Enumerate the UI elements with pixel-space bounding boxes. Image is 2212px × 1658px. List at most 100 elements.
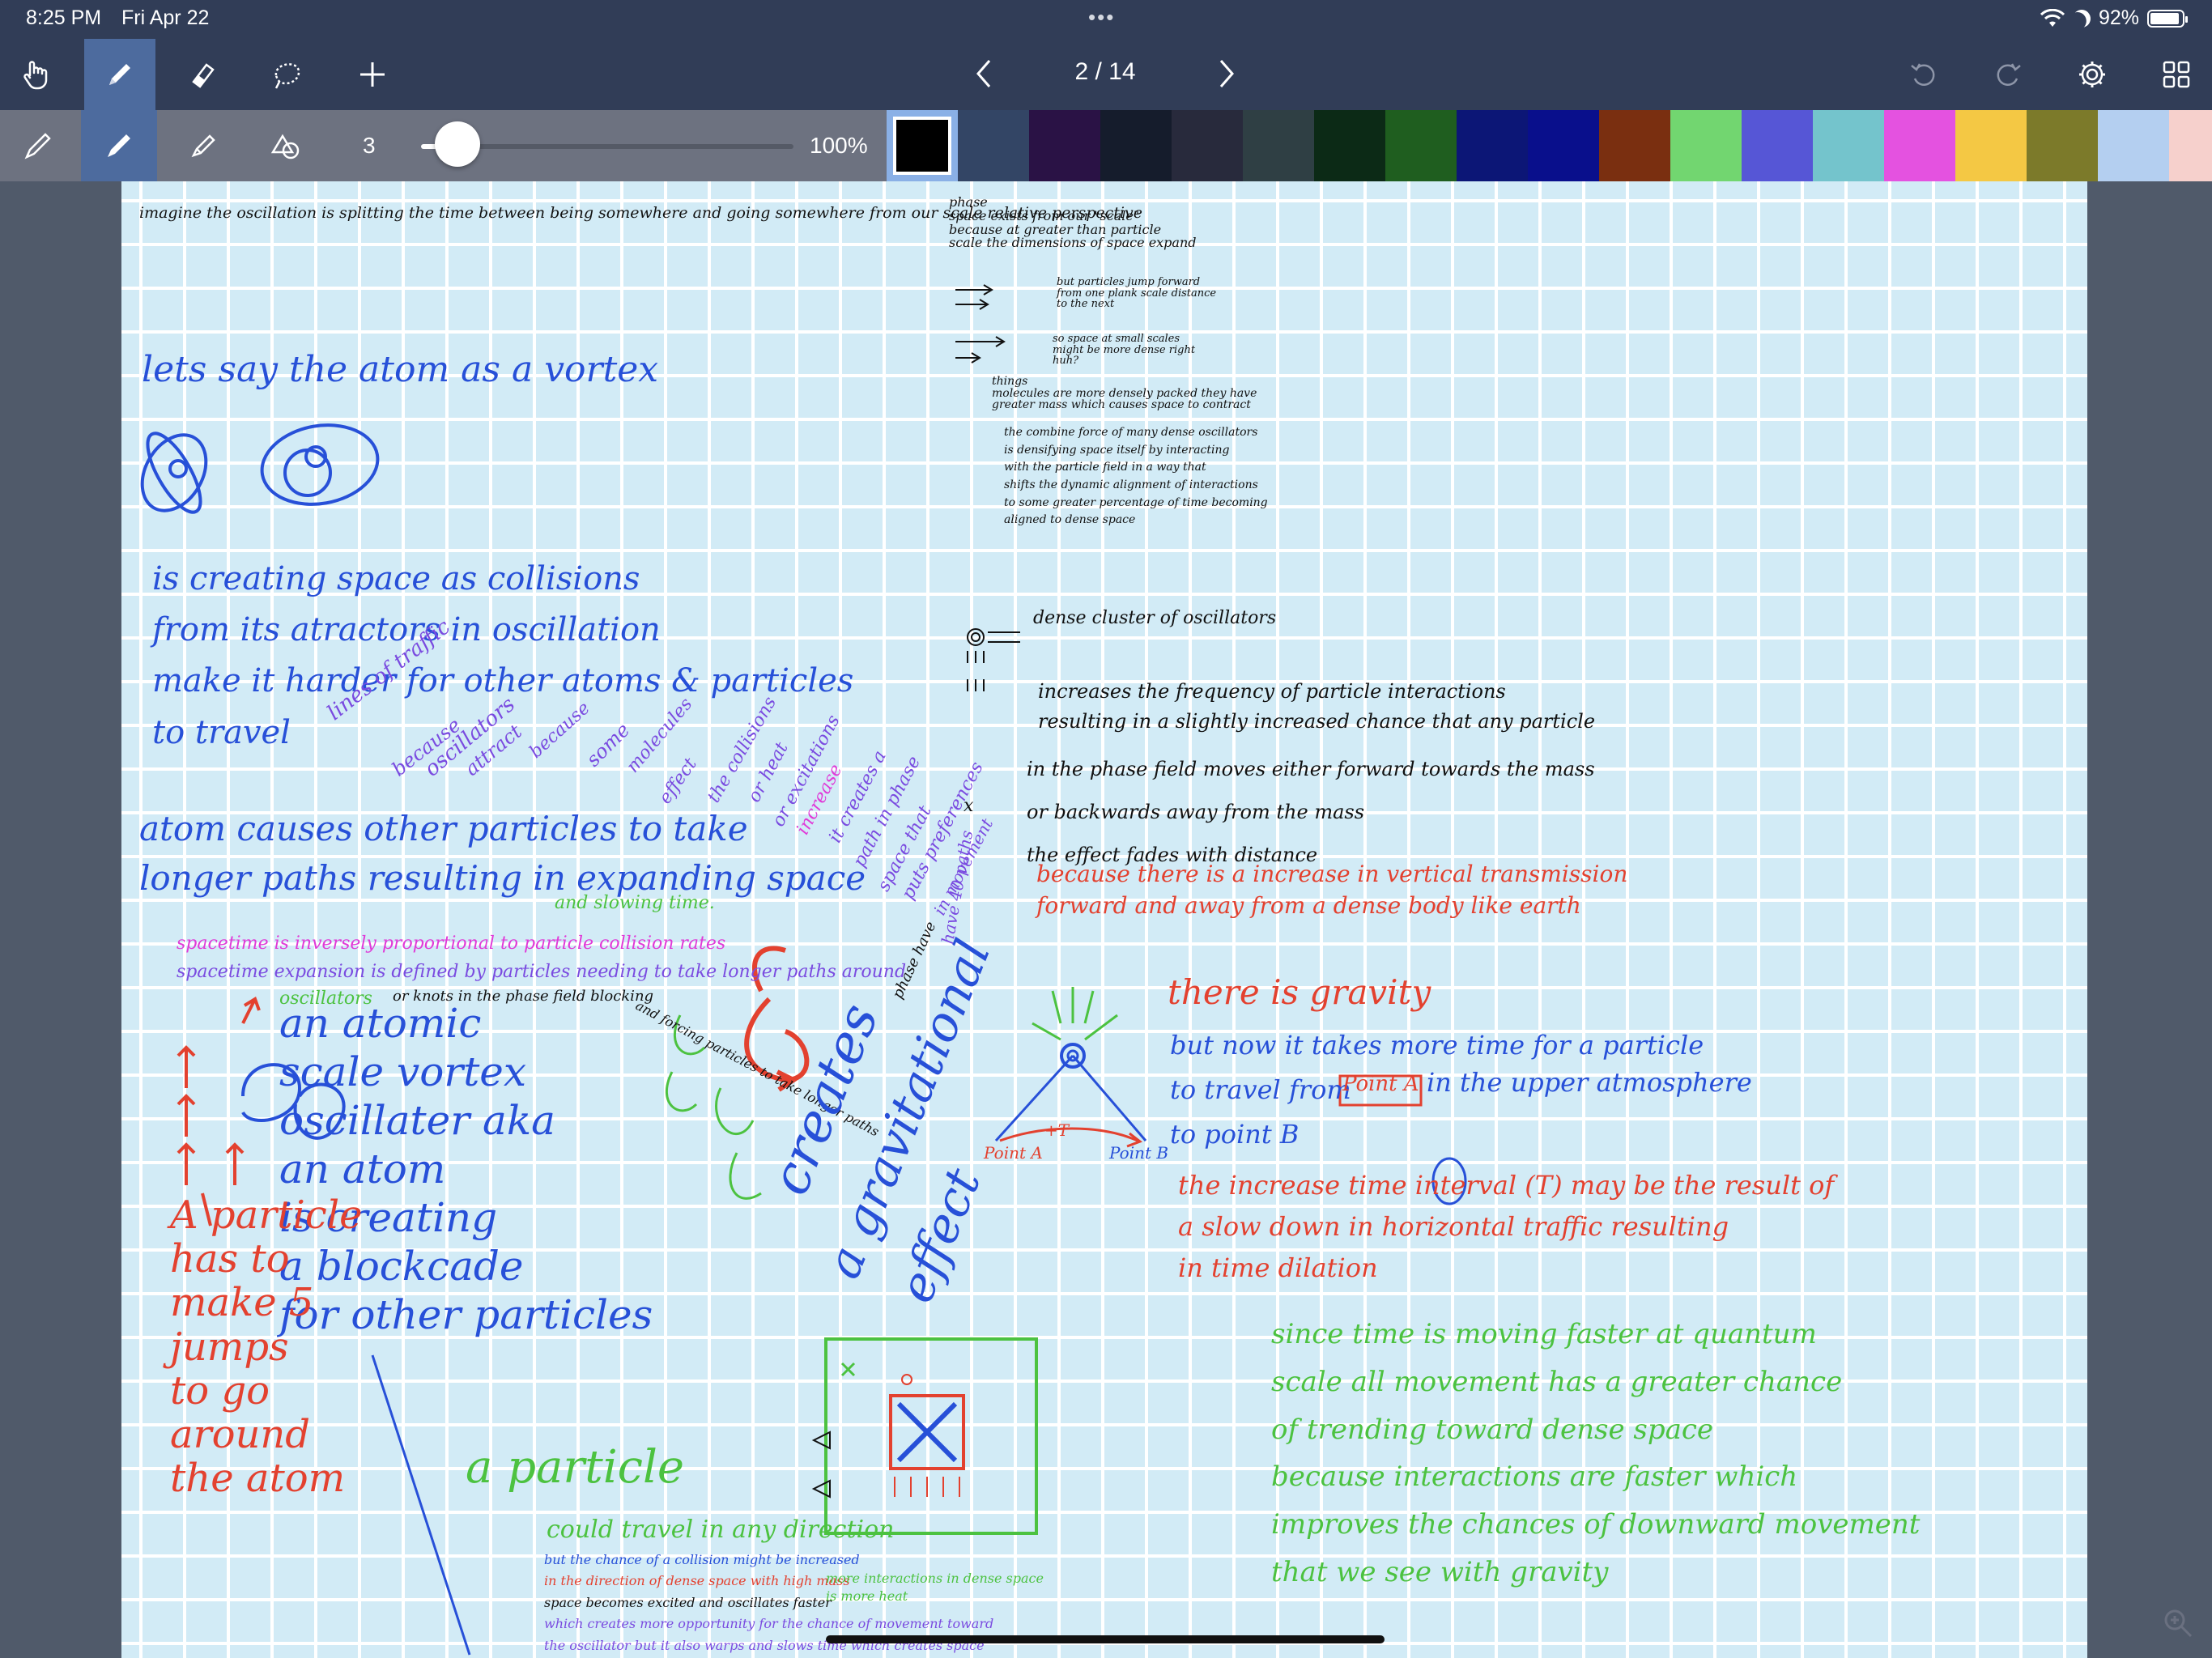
ballpoint-pen-button[interactable] bbox=[81, 110, 157, 181]
note-line: atom causes other particles to take bbox=[139, 809, 748, 848]
color-swatch[interactable] bbox=[958, 110, 1029, 181]
brush-pen-icon bbox=[191, 134, 215, 158]
multitasking-dots[interactable]: ••• bbox=[1088, 5, 1115, 30]
note-line: increases the frequency of particle inte… bbox=[1038, 680, 1506, 703]
note-line: shifts the dynamic alignment of interact… bbox=[1004, 478, 1258, 492]
hand-tool-button[interactable] bbox=[0, 39, 71, 110]
plus-icon bbox=[360, 62, 385, 87]
pen-opacity-value[interactable]: 100% bbox=[810, 133, 868, 159]
note-line: from its atractors in oscillation bbox=[152, 611, 661, 649]
chevron-left-icon bbox=[976, 60, 991, 87]
note-line: to some greater percentage of time becom… bbox=[1004, 495, 1268, 509]
pen-size-slider-thumb[interactable] bbox=[434, 121, 480, 167]
note-line: is more heat bbox=[826, 1588, 908, 1605]
color-swatch[interactable] bbox=[1742, 110, 1813, 181]
diagram-t-label: +T bbox=[1044, 1120, 1070, 1140]
color-swatch[interactable] bbox=[887, 110, 958, 181]
note-line: around bbox=[170, 1412, 311, 1458]
next-page-button[interactable] bbox=[1206, 53, 1247, 94]
note-line: because there is a increase in vertical … bbox=[1036, 861, 1628, 887]
note-line: in time dilation bbox=[1178, 1252, 1378, 1284]
hand-icon bbox=[23, 61, 48, 90]
status-date: Fri Apr 22 bbox=[121, 6, 210, 29]
note-quantum-movement: since time is moving faster at quantum s… bbox=[1271, 1311, 1920, 1596]
note-combine-force: the combine force of many dense oscillat… bbox=[1004, 424, 1268, 529]
note-line: to the next bbox=[1057, 298, 1115, 311]
color-swatch[interactable] bbox=[1813, 110, 1884, 181]
note-slowing-time: and slowing time. bbox=[555, 893, 715, 913]
note-line: an atom bbox=[279, 1146, 446, 1192]
note-line: scale all movement has a greater chance bbox=[1271, 1365, 1843, 1398]
color-swatch[interactable] bbox=[1955, 110, 2027, 181]
shape-recognition-button[interactable] bbox=[248, 110, 324, 181]
note-line: scale the dimensions of space expand bbox=[949, 235, 1197, 251]
blockade-box-diagram bbox=[811, 1337, 1038, 1535]
note-spacetime-inverse: spacetime is inversely proportional to p… bbox=[177, 933, 726, 954]
color-swatch[interactable] bbox=[1100, 110, 1172, 181]
note-line: huh? bbox=[1053, 355, 1079, 368]
note-line: in the phase field moves either forward … bbox=[1027, 758, 1595, 780]
pen-size-value: 3 bbox=[363, 133, 376, 158]
diagram-point-b-label: Point B bbox=[1109, 1143, 1169, 1163]
note-atom-causes: atom causes other particles to take long… bbox=[139, 805, 866, 903]
undo-button[interactable] bbox=[1888, 39, 1959, 110]
color-swatch[interactable] bbox=[1528, 110, 1599, 181]
undo-icon bbox=[1911, 63, 1935, 86]
color-swatch[interactable] bbox=[1457, 110, 1528, 181]
gear-icon bbox=[2079, 62, 2105, 87]
gravity-diagram bbox=[994, 987, 1147, 1148]
notebook-page[interactable]: imagine the oscillation is splitting the… bbox=[121, 181, 2087, 1658]
page-indicator[interactable]: 2 / 14 bbox=[1053, 58, 1158, 86]
note-time-dilation: the increase time interval (T) may be th… bbox=[1178, 1165, 1834, 1290]
battery-percent: 92% bbox=[2098, 6, 2139, 29]
note-point-a: Point A bbox=[1342, 1072, 1419, 1096]
color-swatch[interactable] bbox=[1314, 110, 1385, 181]
note-vertical-transmission: because there is a increase in vertical … bbox=[1036, 858, 1627, 921]
note-line: the atom bbox=[170, 1456, 346, 1502]
note-more-interactions: more interactions in dense space is more… bbox=[826, 1570, 1044, 1606]
color-swatch[interactable] bbox=[1172, 110, 1243, 181]
note-line: molecules are more densely packed they h… bbox=[992, 386, 1257, 400]
note-line: or backwards away from the mass bbox=[1027, 800, 1365, 823]
lasso-tool-button[interactable] bbox=[251, 39, 322, 110]
add-button[interactable] bbox=[337, 39, 408, 110]
color-swatch[interactable] bbox=[2027, 110, 2098, 181]
redo-button[interactable] bbox=[1972, 39, 2044, 110]
previous-page-button[interactable] bbox=[963, 53, 1004, 94]
note-vortex-title: lets say the atom as a vortex bbox=[142, 349, 659, 390]
page-grid-button[interactable] bbox=[2141, 39, 2212, 110]
note-line: oscillater aka bbox=[279, 1097, 555, 1144]
fountain-pen-button[interactable] bbox=[0, 110, 76, 181]
note-line: longer paths resulting in expanding spac… bbox=[139, 857, 866, 898]
color-swatch[interactable] bbox=[2098, 110, 2169, 181]
note-dense-cluster: dense cluster of oscillators bbox=[1033, 608, 1277, 628]
note-line: make 5 bbox=[170, 1280, 314, 1326]
brush-pen-button[interactable] bbox=[165, 110, 241, 181]
pen-tool-button[interactable] bbox=[84, 39, 155, 110]
note-particles-jump: but particles jump forward from one plan… bbox=[1057, 277, 1216, 310]
color-swatch[interactable] bbox=[2169, 110, 2212, 181]
note-line: but the chance of a collision might be i… bbox=[544, 1552, 860, 1567]
zoom-icon[interactable] bbox=[2162, 1607, 2194, 1639]
note-line: which creates more opportunity for the c… bbox=[544, 1616, 994, 1632]
color-swatch[interactable] bbox=[1385, 110, 1457, 181]
color-swatch[interactable] bbox=[1884, 110, 1955, 181]
note-phase-space: phase space exists from our "scale" beca… bbox=[949, 195, 1197, 251]
atom-sketch-small bbox=[140, 432, 208, 514]
grid-icon bbox=[2163, 61, 2190, 88]
color-swatch[interactable] bbox=[1670, 110, 1742, 181]
note-line: aligned to dense space bbox=[1004, 513, 1136, 527]
color-swatch[interactable] bbox=[1029, 110, 1100, 181]
home-indicator[interactable] bbox=[826, 1635, 1385, 1643]
note-line: of trending toward dense space bbox=[1271, 1413, 1714, 1446]
battery-cap bbox=[2185, 15, 2188, 23]
color-swatch[interactable] bbox=[1243, 110, 1314, 181]
note-line: improves the chances of downward movemen… bbox=[1271, 1508, 1921, 1541]
pen-icon bbox=[109, 64, 130, 85]
note-line: might be more dense right bbox=[1053, 343, 1196, 356]
settings-button[interactable] bbox=[2057, 39, 2128, 110]
eraser-tool-button[interactable] bbox=[167, 39, 238, 110]
redo-icon bbox=[1997, 63, 2021, 86]
eraser-icon bbox=[192, 63, 215, 88]
color-swatch[interactable] bbox=[1599, 110, 1670, 181]
